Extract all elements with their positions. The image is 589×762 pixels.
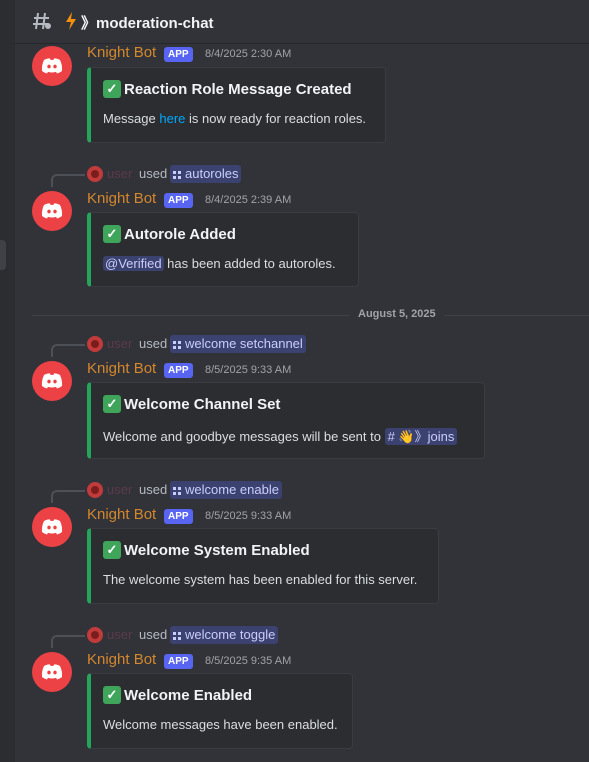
- timestamp: 8/5/2025 9:33 AM: [205, 364, 292, 376]
- embed-title: ✓ Welcome System Enabled: [103, 541, 310, 559]
- command-reply-bar: user used welcome enable: [15, 481, 589, 503]
- bot-avatar[interactable]: [32, 507, 72, 547]
- command-reply-bar: user used welcome setchannel: [15, 335, 589, 357]
- threads-hash-icon[interactable]: [32, 11, 52, 31]
- embed-description: Welcome and goodbye messages will be sen…: [103, 426, 458, 445]
- embed-title: ✓ Reaction Role Message Created: [103, 80, 352, 98]
- channel-mention[interactable]: # 👋》joins: [384, 428, 458, 445]
- command-icon: [173, 340, 181, 349]
- embed-card: ✓ Welcome Enabled Welcome messages have …: [87, 673, 353, 749]
- command-reply-bar: user used autoroles: [15, 165, 589, 187]
- reply-username[interactable]: user: [107, 336, 132, 351]
- lightning-emoji-icon: [66, 12, 76, 30]
- user-mini-avatar[interactable]: [87, 627, 103, 643]
- message-link[interactable]: here: [159, 111, 185, 126]
- embed-card: ✓ Welcome System Enabled The welcome sys…: [87, 528, 439, 604]
- bot-name[interactable]: Knight Bot: [87, 506, 156, 523]
- timestamp: 8/4/2025 2:30 AM: [205, 48, 292, 60]
- embed-description: The welcome system has been enabled for …: [103, 572, 418, 587]
- role-mention[interactable]: @Verified: [103, 256, 164, 271]
- timestamp: 8/5/2025 9:33 AM: [205, 510, 292, 522]
- bot-name[interactable]: Knight Bot: [87, 190, 156, 207]
- embed-title: ✓ Autorole Added: [103, 225, 236, 243]
- user-mini-avatar[interactable]: [87, 336, 103, 352]
- embed-title: ✓ Welcome Channel Set: [103, 395, 280, 413]
- app-tag: APP: [164, 509, 193, 524]
- embed-card: ✓ Welcome Channel Set Welcome and goodby…: [87, 382, 485, 459]
- discord-logo-icon: [41, 58, 63, 74]
- timestamp: 8/4/2025 2:39 AM: [205, 194, 292, 206]
- user-mini-avatar[interactable]: [87, 482, 103, 498]
- command-reply-bar: user used welcome toggle: [15, 626, 589, 648]
- embed-description: Message here is now ready for reaction r…: [103, 111, 367, 126]
- embed-title: ✓ Welcome Enabled: [103, 686, 252, 704]
- check-mark-icon: ✓: [103, 686, 121, 704]
- command-icon: [173, 486, 181, 495]
- embed-card: ✓ Autorole Added @Verified has been adde…: [87, 212, 359, 287]
- check-mark-icon: ✓: [103, 541, 121, 559]
- date-divider: [32, 315, 589, 316]
- app-tag: APP: [164, 47, 193, 62]
- app-tag: APP: [164, 654, 193, 669]
- embed-description: Welcome messages have been enabled.: [103, 717, 338, 732]
- bot-name[interactable]: Knight Bot: [87, 44, 156, 61]
- command-icon: [173, 631, 181, 640]
- sidebar-scroll-nub[interactable]: [0, 240, 6, 270]
- reply-username[interactable]: user: [107, 482, 132, 497]
- app-tag: APP: [164, 193, 193, 208]
- channel-title: 》moderation-chat: [81, 15, 214, 32]
- embed-description: @Verified has been added to autoroles.: [103, 256, 336, 271]
- reply-username[interactable]: user: [107, 166, 132, 181]
- channel-header: 》moderation-chat: [15, 0, 589, 44]
- slash-command[interactable]: welcome setchannel: [170, 335, 306, 353]
- slash-command[interactable]: welcome toggle: [170, 626, 279, 644]
- app-tag: APP: [164, 363, 193, 378]
- discord-logo-icon: [41, 373, 63, 389]
- timestamp: 8/5/2025 9:35 AM: [205, 655, 292, 667]
- date-divider-label: August 5, 2025: [350, 308, 444, 320]
- bot-name[interactable]: Knight Bot: [87, 651, 156, 668]
- reply-connector: [51, 174, 85, 187]
- bot-name[interactable]: Knight Bot: [87, 360, 156, 377]
- slash-command[interactable]: autoroles: [170, 165, 242, 183]
- check-mark-icon: ✓: [103, 395, 121, 413]
- slash-command[interactable]: welcome enable: [170, 481, 282, 499]
- server-sidebar-edge: [0, 0, 15, 762]
- bot-avatar[interactable]: [32, 46, 72, 86]
- discord-logo-icon: [41, 664, 63, 680]
- reply-connector: [51, 490, 85, 503]
- check-mark-icon: ✓: [103, 80, 121, 98]
- discord-logo-icon: [41, 203, 63, 219]
- reply-connector: [51, 344, 85, 357]
- bot-avatar[interactable]: [32, 652, 72, 692]
- reply-connector: [51, 635, 85, 648]
- discord-logo-icon: [41, 519, 63, 535]
- reply-username[interactable]: user: [107, 627, 132, 642]
- embed-card: ✓ Reaction Role Message Created Message …: [87, 67, 386, 143]
- check-mark-icon: ✓: [103, 225, 121, 243]
- bot-avatar[interactable]: [32, 191, 72, 231]
- command-icon: [173, 170, 181, 179]
- bot-avatar[interactable]: [32, 361, 72, 401]
- user-mini-avatar[interactable]: [87, 166, 103, 182]
